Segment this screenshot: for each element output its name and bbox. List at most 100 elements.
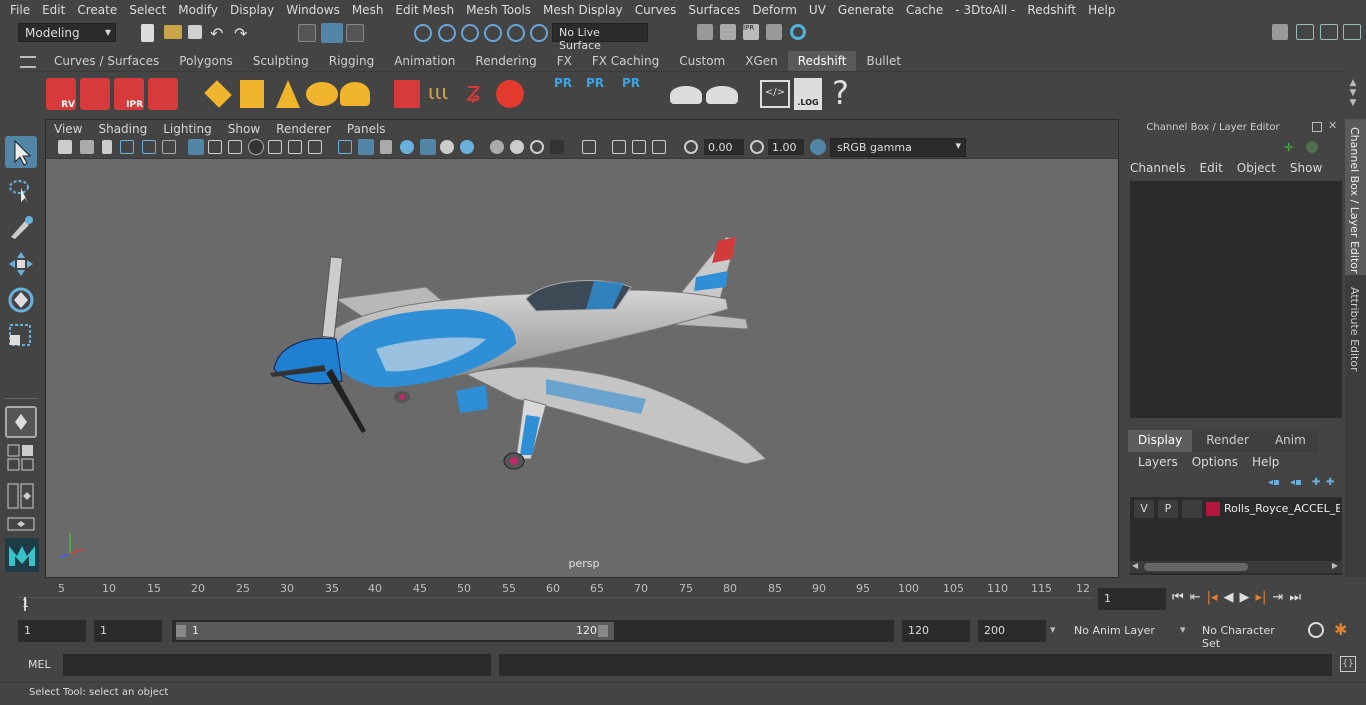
open-scene-icon[interactable]	[164, 25, 182, 39]
film-gate-icon[interactable]	[208, 140, 222, 154]
character-set-dropdown[interactable]: No Character Set	[1196, 620, 1300, 650]
use-all-lights-icon[interactable]	[420, 139, 436, 155]
snap-projected-icon[interactable]	[484, 24, 502, 42]
redshift-light-icon[interactable]	[204, 80, 232, 108]
go-to-end-icon[interactable]: ⏭	[1289, 590, 1301, 605]
current-frame-field[interactable]: 1	[1098, 588, 1166, 610]
exposure-icon[interactable]	[684, 140, 698, 154]
isolate-select-icon[interactable]	[550, 140, 564, 154]
layers-menu[interactable]: Layers	[1138, 455, 1178, 471]
grease-pencil-icon[interactable]	[162, 140, 176, 154]
field-chart-icon[interactable]	[268, 140, 282, 154]
new-scene-icon[interactable]	[141, 24, 154, 42]
anim-layer-dropdown[interactable]: No Anim Layer	[1068, 620, 1174, 642]
menu-redshift[interactable]: Redshift	[1021, 3, 1082, 17]
single-perspective-layout-icon[interactable]	[5, 406, 37, 438]
menu-mesh-display[interactable]: Mesh Display	[537, 3, 629, 17]
redshift-batch-render-icon[interactable]	[80, 78, 110, 110]
menu-create[interactable]: Create	[71, 3, 123, 17]
wireframe-icon[interactable]	[338, 140, 352, 154]
depth-of-field-icon[interactable]	[530, 140, 544, 154]
range-end-grip[interactable]	[598, 625, 608, 637]
menu-surfaces[interactable]: Surfaces	[682, 3, 746, 17]
menu-curves[interactable]: Curves	[629, 3, 683, 17]
tab-fx[interactable]: FX	[547, 51, 582, 71]
menu-cache[interactable]: Cache	[900, 3, 949, 17]
panel-menu-shading[interactable]: Shading	[90, 120, 155, 138]
redshift-dome-light-icon[interactable]	[306, 82, 338, 106]
close-icon[interactable]: ✕	[1328, 119, 1342, 135]
step-forward-frame-icon[interactable]: ▸|	[1256, 590, 1267, 605]
backface-culling-icon[interactable]	[652, 140, 666, 154]
redshift-bake-1-icon[interactable]	[670, 86, 702, 104]
tab-fx-caching[interactable]: FX Caching	[582, 51, 669, 71]
step-back-key-icon[interactable]: ⇤	[1190, 590, 1201, 605]
tool-settings-toggle-icon[interactable]	[1320, 24, 1338, 40]
menu-mesh-tools[interactable]: Mesh Tools	[460, 3, 537, 17]
layer-row[interactable]: V P Rolls_Royce_ACCEL_Ele	[1132, 500, 1340, 520]
animation-prefs-icon[interactable]: ✱	[1334, 620, 1354, 640]
select-hierarchy-icon[interactable]	[298, 24, 316, 42]
side-tab-attribute-editor[interactable]: Attribute Editor	[1345, 281, 1366, 377]
show-menu[interactable]: Show	[1290, 161, 1322, 177]
xray-active-components-icon[interactable]	[632, 140, 646, 154]
menu-uv[interactable]: UV	[803, 3, 832, 17]
layer-visibility-toggle[interactable]: V	[1134, 500, 1154, 518]
redshift-hair-icon[interactable]: ɩɩɩ	[428, 80, 456, 108]
make-live-icon[interactable]	[530, 24, 548, 42]
safe-action-icon[interactable]	[288, 140, 302, 154]
step-back-frame-icon[interactable]: |◂	[1207, 590, 1218, 605]
redshift-settings-icon[interactable]	[148, 78, 178, 110]
workspace-dropdown[interactable]: Modeling ▾	[18, 23, 116, 42]
resolution-gate-icon[interactable]	[228, 140, 242, 154]
exposure-field[interactable]: 0.00	[704, 139, 744, 155]
snap-point-icon[interactable]	[461, 24, 479, 42]
go-to-start-icon[interactable]: ⏮	[1172, 590, 1184, 605]
snap-curve-icon[interactable]	[438, 24, 456, 42]
panel-menu-view[interactable]: View	[46, 120, 90, 138]
ipr-render-icon[interactable]: IPR	[743, 24, 759, 40]
side-tab-channel-box[interactable]: Channel Box / Layer Editor	[1345, 119, 1366, 275]
chevron-down-icon[interactable]: ▾	[1050, 623, 1056, 636]
redshift-script-icon[interactable]: </>	[760, 80, 790, 108]
chevron-down-icon[interactable]: ▾	[1180, 623, 1186, 636]
render-view-icon[interactable]	[766, 24, 782, 40]
tab-bullet[interactable]: Bullet	[856, 51, 911, 71]
color-management-icon[interactable]	[810, 139, 826, 155]
new-layer-selected-icon[interactable]: ✚	[1326, 477, 1340, 489]
tab-display[interactable]: Display	[1128, 430, 1193, 452]
tab-rendering[interactable]: Rendering	[465, 51, 546, 71]
menu-mesh[interactable]: Mesh	[346, 3, 390, 17]
redshift-sun-sky-icon[interactable]	[340, 82, 370, 106]
hypershade-icon[interactable]	[790, 24, 806, 40]
layer-color-swatch[interactable]	[1206, 502, 1220, 516]
save-scene-icon[interactable]	[188, 25, 202, 39]
tab-curves-surfaces[interactable]: Curves / Surfaces	[44, 51, 169, 71]
move-layer-down-icon[interactable]: ◂▪	[1290, 477, 1304, 489]
channel-list[interactable]	[1130, 181, 1342, 418]
object-menu[interactable]: Object	[1237, 161, 1276, 177]
redshift-pr-1-icon[interactable]: PR	[554, 76, 576, 112]
four-view-layout-icon[interactable]	[7, 444, 35, 472]
channel-box-toggle-icon[interactable]	[1343, 24, 1361, 40]
menu-display[interactable]: Display	[224, 3, 280, 17]
help-menu[interactable]: Help	[1252, 455, 1279, 471]
tab-rigging[interactable]: Rigging	[319, 51, 384, 71]
playback-end-field[interactable]: 120	[902, 620, 970, 642]
attribute-editor-toggle-icon[interactable]	[1296, 24, 1314, 40]
menu-windows[interactable]: Windows	[280, 3, 346, 17]
tab-xgen[interactable]: XGen	[735, 51, 788, 71]
move-tool-icon[interactable]	[5, 248, 37, 280]
workspace-toggle-icon[interactable]	[1272, 24, 1288, 40]
xray-icon[interactable]	[582, 140, 596, 154]
anti-aliasing-icon[interactable]	[510, 140, 524, 154]
menu-generate[interactable]: Generate	[832, 3, 900, 17]
layer-playback-toggle[interactable]: P	[1158, 500, 1178, 518]
safe-title-icon[interactable]	[308, 140, 322, 154]
scroll-right-icon[interactable]: ▶	[1332, 561, 1338, 570]
menu-modify[interactable]: Modify	[172, 3, 224, 17]
shadows-icon[interactable]	[440, 140, 454, 154]
layer-name[interactable]: Rolls_Royce_ACCEL_Ele	[1224, 500, 1340, 518]
panel-menu-panels[interactable]: Panels	[339, 120, 394, 138]
range-slider-handle[interactable]	[176, 622, 614, 640]
